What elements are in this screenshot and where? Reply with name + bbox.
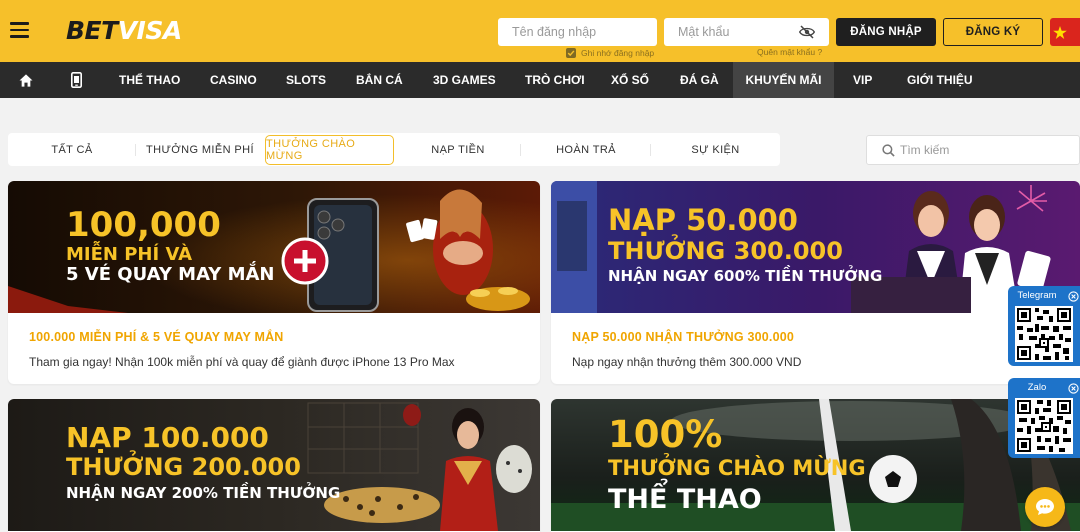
qr-code-icon: [1015, 306, 1073, 362]
promo-filter-tabs: TẤT CẢ THƯỞNG MIỄN PHÍ THƯỞNG CHÀO MỪNG …: [8, 133, 780, 166]
home-icon[interactable]: [8, 62, 44, 98]
qr-code-icon: [1015, 398, 1073, 454]
nav-item-casino[interactable]: CASINO: [210, 62, 257, 98]
telegram-widget[interactable]: Telegram: [1008, 286, 1080, 366]
tab-su-kien[interactable]: SỰ KIỆN: [658, 133, 773, 166]
promo-banner[interactable]: NẠP 50.000 THƯỞNG 300.000 NHẬN NGAY 600%…: [551, 181, 1080, 313]
banner-headline: NẠP 100.000: [66, 421, 269, 454]
eye-off-icon[interactable]: [799, 25, 815, 39]
tab-hoan-tra[interactable]: HOÀN TRẢ: [528, 133, 644, 166]
remember-me[interactable]: Ghi nhớ đăng nhập: [566, 47, 654, 59]
banner-subline: THỂ THAO: [608, 484, 762, 515]
tab-divider: [520, 144, 521, 156]
promo-banner[interactable]: NẠP 100.000 THƯỞNG 200.000 NHẬN NGAY 200…: [8, 399, 540, 531]
telegram-label: Telegram: [1017, 290, 1057, 301]
nav-item-3d-games[interactable]: 3D GAMES: [433, 62, 496, 98]
promo-card[interactable]: 100% THƯỞNG CHÀO MỪNG THỂ THAO: [551, 399, 1080, 532]
top-header: BETVISA Ghi nhớ đăng nhập Quên mật khẩu …: [0, 0, 1080, 62]
nav-item-the-thao[interactable]: THỂ THAO: [119, 62, 180, 98]
logo[interactable]: BETVISA: [66, 15, 182, 47]
nav-item-slots[interactable]: SLOTS: [286, 62, 326, 98]
nav-item-da-ga[interactable]: ĐÁ GÀ: [680, 62, 719, 98]
banner-subline: THƯỞNG 300.000: [608, 237, 843, 265]
banner-headline: 100,000: [66, 205, 221, 245]
register-button[interactable]: ĐĂNG KÝ: [943, 18, 1043, 46]
nav-item-xo-so[interactable]: XỔ SỐ: [611, 62, 649, 98]
tab-thuong-mien-phi[interactable]: THƯỞNG MIỄN PHÍ: [142, 133, 258, 166]
promo-title[interactable]: NẠP 50.000 NHẬN THƯỞNG 300.000: [572, 330, 794, 344]
banner-subline: THƯỞNG CHÀO MỪNG: [608, 456, 866, 480]
tab-nap-tien[interactable]: NẠP TIỀN: [402, 133, 514, 166]
nav-item-ban-ca[interactable]: BẮN CÁ: [356, 62, 403, 98]
username-input[interactable]: [498, 18, 657, 46]
banner-subline: 5 VÉ QUAY MAY MẮN: [66, 264, 275, 285]
banner-headline: 100%: [608, 413, 723, 456]
zalo-widget[interactable]: Zalo: [1008, 378, 1080, 458]
username-field[interactable]: [498, 18, 657, 46]
banner-subline: THƯỞNG 200.000: [66, 453, 301, 481]
promo-description: Tham gia ngay! Nhận 100k miễn phí và qua…: [29, 355, 455, 369]
banner-headline: NẠP 50.000: [608, 203, 798, 237]
forgot-password-link[interactable]: Quên mật khẩu ?: [757, 47, 822, 57]
promo-card[interactable]: NẠP 100.000 THƯỞNG 200.000 NHẬN NGAY 200…: [8, 399, 540, 532]
search-icon: [882, 144, 895, 157]
tab-tat-ca[interactable]: TẤT CẢ: [16, 133, 128, 166]
chat-bubble-icon[interactable]: [1025, 487, 1065, 527]
check-icon: [567, 50, 575, 57]
tab-divider: [650, 144, 651, 156]
remember-label: Ghi nhớ đăng nhập: [581, 48, 655, 58]
banner-subline: NHẬN NGAY 600% TIỀN THƯỞNG: [608, 267, 883, 285]
close-icon[interactable]: [1068, 383, 1079, 394]
promo-title[interactable]: 100.000 MIỄN PHÍ & 5 VÉ QUAY MAY MẮN: [29, 330, 284, 344]
main-nav: THỂ THAO CASINO SLOTS BẮN CÁ 3D GAMES TR…: [0, 62, 1080, 98]
tab-thuong-chao-mung[interactable]: THƯỞNG CHÀO MỪNG: [265, 135, 394, 165]
tab-divider: [135, 144, 136, 156]
banner-subline: MIỄN PHÍ VÀ: [66, 244, 193, 265]
promo-card[interactable]: 100,000 MIỄN PHÍ VÀ 5 VÉ QUAY MAY MẮN 10…: [8, 181, 540, 384]
zalo-label: Zalo: [1027, 382, 1047, 393]
promo-banner[interactable]: 100,000 MIỄN PHÍ VÀ 5 VÉ QUAY MAY MẮN: [8, 181, 540, 313]
password-field[interactable]: [664, 18, 829, 46]
search-input[interactable]: [900, 136, 1070, 164]
close-icon[interactable]: [1068, 291, 1079, 302]
mobile-icon[interactable]: [58, 62, 94, 98]
nav-item-khuyen-mai[interactable]: KHUYẾN MÃI: [733, 62, 834, 98]
remember-checkbox[interactable]: [566, 48, 576, 58]
promo-banner[interactable]: 100% THƯỞNG CHÀO MỪNG THỂ THAO: [551, 399, 1080, 531]
promo-description: Nạp ngay nhận thưởng thêm 300.000 VND: [572, 355, 802, 369]
login-button[interactable]: ĐĂNG NHẬP: [836, 18, 936, 46]
nav-item-tro-choi[interactable]: TRÒ CHƠI: [525, 62, 585, 98]
search-box[interactable]: [866, 135, 1080, 165]
menu-icon[interactable]: [10, 22, 29, 38]
banner-subline: NHẬN NGAY 200% TIỀN THƯỞNG: [66, 484, 341, 502]
nav-item-vip[interactable]: VIP: [853, 62, 872, 98]
nav-item-gioi-thieu[interactable]: GIỚI THIỆU: [907, 62, 973, 98]
vietnam-flag-icon[interactable]: [1050, 18, 1080, 46]
promo-card[interactable]: NẠP 50.000 THƯỞNG 300.000 NHẬN NGAY 600%…: [551, 181, 1080, 384]
